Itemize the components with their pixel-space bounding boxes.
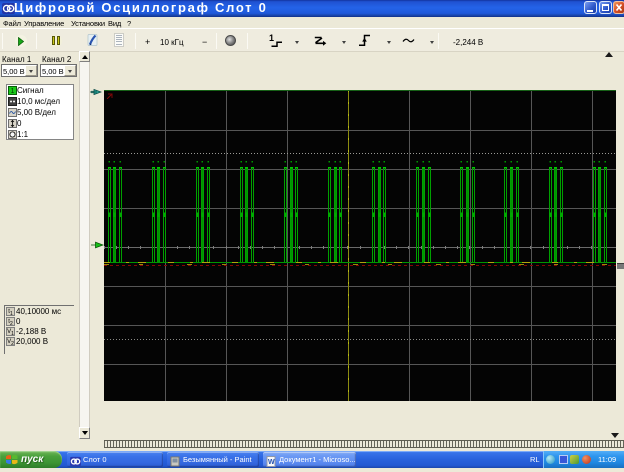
svg-text:W: W [268,459,275,466]
svg-text:1: 1 [11,88,15,95]
